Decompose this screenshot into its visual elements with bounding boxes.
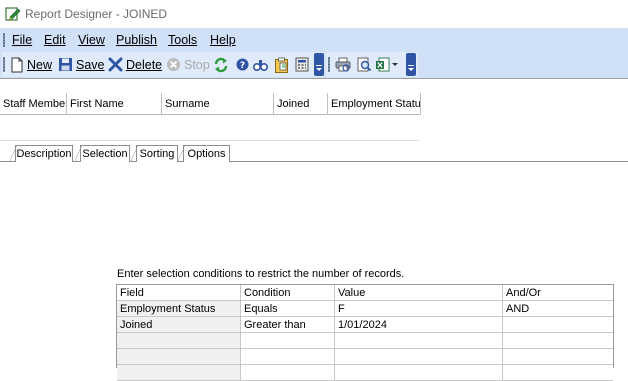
help-question-icon: ? xyxy=(236,58,249,71)
report-column-headers: Staff Member First Name Surname Joined E… xyxy=(0,93,421,115)
excel-dropdown-arrow[interactable] xyxy=(392,55,398,74)
selection-instruction: Enter selection conditions to restrict t… xyxy=(117,268,405,280)
find-help-button[interactable] xyxy=(253,55,268,74)
excel-icon xyxy=(376,57,390,72)
toolbar-grip-handle[interactable] xyxy=(3,57,6,72)
field-cell[interactable]: Joined xyxy=(117,317,241,333)
condition-cell[interactable] xyxy=(241,349,335,365)
toolbar-overflow-button-2[interactable] xyxy=(406,53,416,76)
toolbar-overflow-button[interactable] xyxy=(314,53,324,76)
column-header[interactable]: First Name xyxy=(67,93,162,115)
delete-button[interactable]: Delete xyxy=(108,55,162,74)
stop-button[interactable]: Stop xyxy=(166,55,210,74)
clipboard-button[interactable] xyxy=(274,55,289,74)
column-header[interactable]: Employment Status xyxy=(328,93,421,115)
field-cell[interactable] xyxy=(117,349,241,365)
save-disk-icon xyxy=(59,58,72,71)
tab-sorting[interactable]: Sorting xyxy=(130,145,178,163)
print-button[interactable] xyxy=(335,55,351,74)
table-row xyxy=(117,349,613,365)
pencil-edit-icon xyxy=(5,7,21,21)
tab-description[interactable]: Description xyxy=(9,145,73,163)
menu-view[interactable]: View xyxy=(78,33,105,47)
value-cell[interactable]: 1/01/2024 xyxy=(335,317,503,333)
stop-icon xyxy=(167,58,180,71)
condition-cell[interactable]: Equals xyxy=(241,301,335,317)
and-or-cell[interactable] xyxy=(503,349,613,365)
column-header[interactable]: Joined xyxy=(274,93,328,115)
field-cell[interactable]: Employment Status xyxy=(117,301,241,317)
header-value: Value xyxy=(335,285,503,301)
chevron-down-icon xyxy=(392,62,398,66)
menu-help[interactable]: Help xyxy=(210,33,236,47)
binoculars-icon xyxy=(253,59,268,71)
header-field: Field xyxy=(117,285,241,301)
menu-publish[interactable]: Publish xyxy=(116,33,157,47)
export-excel-button[interactable] xyxy=(375,55,390,74)
clipboard-icon xyxy=(275,57,288,73)
tab-strip: Description Selection Sorting Options xyxy=(0,143,628,163)
window-title: Report Designer - JOINED xyxy=(25,7,168,21)
print-preview-icon xyxy=(357,57,372,72)
menu-edit[interactable]: Edit xyxy=(44,33,66,47)
toolbar-grip-handle-2[interactable] xyxy=(328,57,331,72)
and-or-cell[interactable] xyxy=(503,317,613,333)
value-cell[interactable] xyxy=(335,333,503,349)
new-button[interactable]: New xyxy=(10,55,52,74)
refresh-button[interactable] xyxy=(213,55,229,74)
field-cell[interactable] xyxy=(117,365,241,381)
stop-button-label: Stop xyxy=(184,57,210,72)
table-row xyxy=(117,365,613,381)
and-or-cell[interactable] xyxy=(503,333,613,349)
new-button-label: New xyxy=(27,57,53,72)
toolbar-group-main: New Save Delete Stop ? xyxy=(2,52,324,77)
condition-cell[interactable]: Greater than xyxy=(241,317,335,333)
printer-icon xyxy=(335,57,351,72)
save-button[interactable]: Save xyxy=(58,55,105,74)
menu-grip-handle[interactable] xyxy=(3,33,6,47)
svg-text:?: ? xyxy=(240,61,245,71)
table-row: Joined Greater than 1/01/2024 xyxy=(117,317,613,333)
calculator-icon xyxy=(295,57,309,72)
header-and-or: And/Or xyxy=(503,285,613,301)
delete-button-label: Delete xyxy=(126,57,163,72)
toolbar-group-print xyxy=(326,52,418,77)
delete-x-icon xyxy=(108,57,123,72)
condition-cell[interactable] xyxy=(241,333,335,349)
report-empty-row xyxy=(0,116,420,141)
selection-header-row: Field Condition Value And/Or xyxy=(117,285,613,301)
menu-tools[interactable]: Tools xyxy=(168,33,197,47)
and-or-cell[interactable] xyxy=(503,365,613,381)
tab-selection[interactable]: Selection xyxy=(74,145,130,163)
table-row xyxy=(117,333,613,349)
new-document-icon xyxy=(11,57,23,72)
table-row: Employment Status Equals F AND xyxy=(117,301,613,317)
save-button-label: Save xyxy=(76,57,105,72)
selection-conditions-grid: Field Condition Value And/Or Employment … xyxy=(116,284,614,381)
and-or-cell[interactable]: AND xyxy=(503,301,613,317)
field-cell[interactable] xyxy=(117,333,241,349)
print-preview-button[interactable] xyxy=(356,55,372,74)
condition-cell[interactable] xyxy=(241,365,335,381)
calculator-button[interactable] xyxy=(295,55,309,74)
header-condition: Condition xyxy=(241,285,335,301)
tab-options[interactable]: Options xyxy=(177,145,230,163)
menu-file[interactable]: File xyxy=(12,33,32,47)
column-header[interactable]: Staff Member xyxy=(0,93,67,115)
refresh-icon xyxy=(214,57,228,72)
report-preview-grid: Staff Member First Name Surname Joined E… xyxy=(0,78,628,143)
menu-bar: File Edit View Publish Tools Help xyxy=(0,28,628,52)
help-button[interactable]: ? xyxy=(236,55,249,74)
value-cell[interactable] xyxy=(335,365,503,381)
value-cell[interactable] xyxy=(335,349,503,365)
column-header[interactable]: Surname xyxy=(162,93,274,115)
value-cell[interactable]: F xyxy=(335,301,503,317)
title-bar: Report Designer - JOINED xyxy=(0,0,628,28)
toolbar: New Save Delete Stop ? xyxy=(0,52,628,78)
